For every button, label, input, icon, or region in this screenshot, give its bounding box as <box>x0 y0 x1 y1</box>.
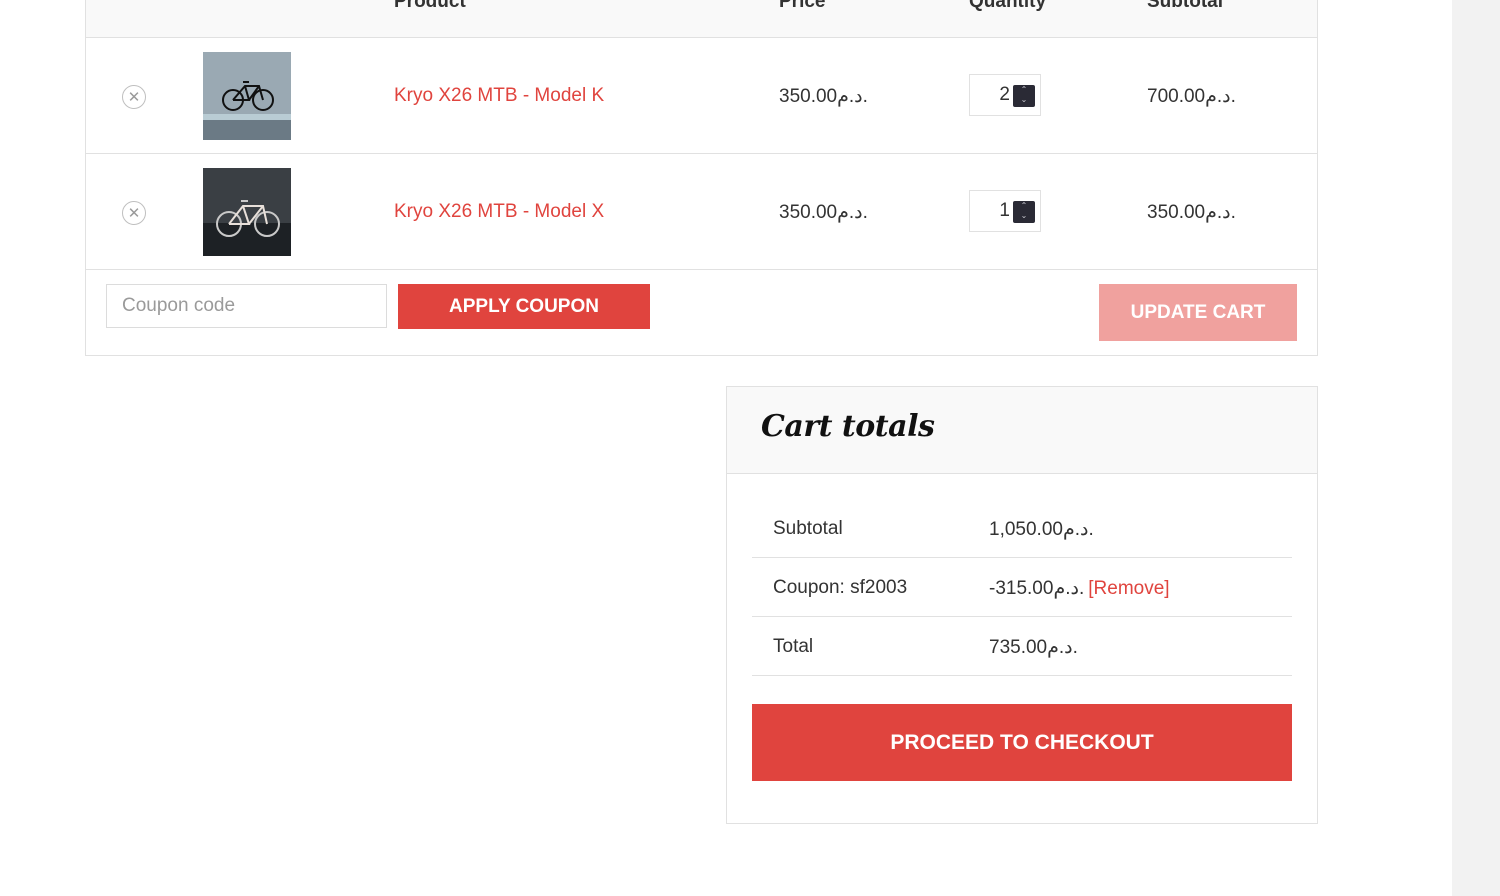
item-price: 350.00د.م. <box>779 86 868 107</box>
spinner-arrows-icon[interactable]: ⌃ ⌄ <box>1013 201 1035 223</box>
product-link[interactable]: Kryo X26 MTB - Model K <box>394 85 604 107</box>
cart-actions-row: Apply coupon Update cart <box>86 270 1317 355</box>
page-scroll-gutter <box>1452 0 1500 896</box>
cart-totals-title: Cart totals <box>761 409 935 444</box>
proceed-to-checkout-button[interactable]: Proceed to checkout <box>752 704 1292 781</box>
header-subtotal: Subtotal <box>1147 0 1223 12</box>
item-subtotal: 350.00د.م. <box>1147 202 1236 223</box>
quantity-input[interactable] <box>970 75 1010 115</box>
update-cart-button[interactable]: Update cart <box>1099 284 1297 341</box>
total-label: Total <box>773 636 814 657</box>
cart-table: Product Price Quantity Subtotal ✕ Kryo X… <box>85 0 1318 356</box>
coupon-label: Coupon: sf2003 <box>773 577 908 598</box>
totals-subtotal-row: Subtotal 1,050.00د.م. <box>752 499 1292 558</box>
remove-item-icon[interactable]: ✕ <box>122 85 146 109</box>
remove-item-icon[interactable]: ✕ <box>122 201 146 225</box>
coupon-discount: -315.00د.م. [Remove] <box>989 577 1170 600</box>
item-price: 350.00د.م. <box>779 202 868 223</box>
apply-coupon-button[interactable]: Apply coupon <box>398 284 650 329</box>
spinner-arrows-icon[interactable]: ⌃ ⌄ <box>1013 85 1035 107</box>
cart-item-row: ✕ Kryo X26 MTB - Model X 350.00د.م. ⌃⌄ 3… <box>86 154 1317 270</box>
header-product: Product <box>394 0 466 12</box>
totals-coupon-row: Coupon: sf2003 -315.00د.م. [Remove] <box>752 558 1292 617</box>
product-thumbnail[interactable] <box>203 168 291 256</box>
header-price: Price <box>779 0 826 12</box>
remove-coupon-link[interactable]: [Remove] <box>1088 578 1169 599</box>
cart-item-row: ✕ Kryo X26 MTB - Model K 350.00د.م. ⌃⌄ 7… <box>86 38 1317 154</box>
header-quantity: Quantity <box>969 0 1047 12</box>
item-subtotal: 700.00د.م. <box>1147 86 1236 107</box>
coupon-value: -315.00د.م. <box>989 578 1085 599</box>
coupon-code-input[interactable] <box>106 284 387 328</box>
quantity-input[interactable] <box>970 191 1010 231</box>
totals-total-row: Total 735.00د.م. <box>752 617 1292 676</box>
cart-table-header: Product Price Quantity Subtotal <box>86 0 1317 38</box>
quantity-stepper[interactable]: ⌃⌄ <box>969 190 1041 232</box>
subtotal-value: 1,050.00د.م. <box>989 519 1094 540</box>
cart-totals-header: Cart totals <box>727 387 1317 474</box>
product-link[interactable]: Kryo X26 MTB - Model X <box>394 201 604 223</box>
cart-totals-panel: Cart totals Subtotal 1,050.00د.م. Coupon… <box>726 386 1318 824</box>
product-thumbnail[interactable] <box>203 52 291 140</box>
quantity-stepper[interactable]: ⌃⌄ <box>969 74 1041 116</box>
total-value: 735.00د.م. <box>989 637 1078 658</box>
subtotal-label: Subtotal <box>773 518 843 539</box>
